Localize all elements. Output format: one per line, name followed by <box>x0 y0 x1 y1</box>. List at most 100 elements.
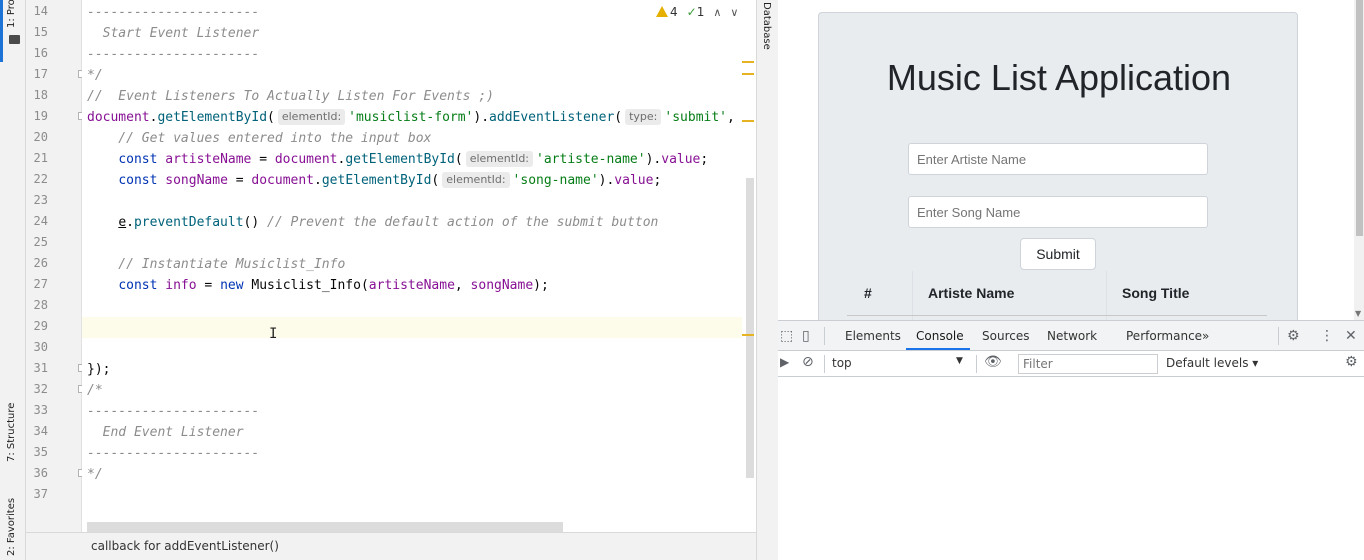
tool-tab-structure[interactable]: 7: Structure <box>6 403 17 462</box>
tab-console[interactable]: Console <box>916 329 964 343</box>
warning-icon <box>656 6 668 17</box>
tab-network[interactable]: Network <box>1047 329 1097 343</box>
browser-viewport: Music List Application Submit # Artiste … <box>778 0 1364 320</box>
token: = <box>196 278 221 293</box>
token: , <box>454 278 471 293</box>
line-number: 14 <box>33 4 48 18</box>
error-stripe-marker[interactable] <box>742 73 754 75</box>
chevron-up-icon[interactable]: ∧ <box>713 6 721 19</box>
code-line-31: }); <box>87 362 111 377</box>
page-title: Music List Application <box>886 57 1232 98</box>
close-icon[interactable]: ✕ <box>1345 328 1357 344</box>
table-header-number: # <box>864 285 872 301</box>
log-levels-dropdown[interactable]: Default levels ▾ <box>1166 356 1258 370</box>
context-selector[interactable]: top <box>832 356 968 370</box>
line-number: 24 <box>33 214 48 228</box>
line-number: 29 <box>33 319 48 333</box>
token: songName <box>165 173 228 188</box>
column-divider <box>912 271 913 320</box>
folder-icon[interactable] <box>9 35 20 44</box>
artiste-name-input[interactable] <box>908 143 1208 175</box>
gear-icon[interactable]: ⚙ <box>1287 328 1300 344</box>
line-number: 26 <box>33 256 48 270</box>
code-line-16: ---------------------- <box>87 47 260 62</box>
tool-tab-project[interactable]: 1: Project <box>6 0 17 28</box>
active-tab-indicator <box>906 348 970 350</box>
active-tool-indicator <box>0 0 3 62</box>
song-name-input[interactable] <box>908 196 1208 228</box>
param-hint: elementId: <box>442 172 510 188</box>
toolbar-divider <box>976 355 977 373</box>
scroll-down-arrow-icon[interactable]: ▼ <box>1355 309 1361 318</box>
eye-icon[interactable]: 👁 <box>984 354 1002 370</box>
tab-performance[interactable]: Performance <box>1126 329 1202 343</box>
code-line-19: document.getElementById(elementId:'music… <box>87 107 735 128</box>
tool-tab-database[interactable]: Database <box>761 2 772 50</box>
console-toolbar: ▶ ⊘ top ▼ 👁 Default levels ▾ ⚙ <box>778 351 1364 377</box>
token: ). <box>645 152 662 167</box>
error-stripe-marker[interactable] <box>742 61 754 63</box>
check-icon: ✓ <box>686 5 697 19</box>
more-tabs-button[interactable]: » <box>1202 329 1209 343</box>
warnings-count[interactable]: 4 <box>656 5 678 19</box>
token: () <box>243 215 260 230</box>
line-number: 32 <box>33 382 48 396</box>
token: document <box>251 173 315 188</box>
token: preventDefault <box>133 215 244 230</box>
device-toolbar-icon[interactable]: ▯ <box>802 328 810 344</box>
submit-button[interactable]: Submit <box>1020 238 1096 270</box>
token: ( <box>431 173 440 188</box>
token: new <box>220 278 244 293</box>
inspection-widget[interactable]: 4 ✓1 ∧ ∨ <box>656 5 738 19</box>
line-number: 36 <box>33 466 48 480</box>
checks-count[interactable]: ✓1 <box>687 5 705 19</box>
code-line-17: */ <box>87 68 103 83</box>
token: getElementById <box>345 152 455 167</box>
caret-down-icon[interactable]: ▼ <box>956 356 963 366</box>
ide-right-tool-strip <box>756 0 778 560</box>
tool-tab-favorites[interactable]: 2: Favorites <box>6 498 17 556</box>
token: ( <box>454 152 463 167</box>
chevron-down-icon[interactable]: ∨ <box>730 6 738 19</box>
error-stripe-marker[interactable] <box>742 120 754 122</box>
editor-horizontal-scroll-thumb[interactable] <box>87 522 563 532</box>
token: const <box>118 152 158 167</box>
code-editor[interactable]: ---------------------- Start Event Liste… <box>82 0 742 532</box>
line-number: 23 <box>33 193 48 207</box>
line-number: 21 <box>33 151 48 165</box>
token: = <box>227 173 252 188</box>
current-line-highlight <box>82 317 742 338</box>
token: , <box>727 110 735 125</box>
token: getElementById <box>321 173 432 188</box>
table-header-artiste: Artiste Name <box>928 285 1015 301</box>
column-divider <box>1106 271 1107 320</box>
tab-sources[interactable]: Sources <box>982 329 1029 343</box>
token: ). <box>598 173 615 188</box>
console-filter-input[interactable] <box>1018 354 1158 374</box>
console-settings-gear-icon[interactable]: ⚙ <box>1345 354 1358 370</box>
param-hint: type: <box>625 109 662 125</box>
line-number: 31 <box>33 361 48 375</box>
breadcrumb[interactable]: callback for addEventListener() <box>91 539 279 553</box>
token: ( <box>614 110 623 125</box>
editor-vertical-scroll-thumb[interactable] <box>746 178 754 478</box>
token: info <box>165 278 197 293</box>
line-number: 15 <box>33 25 48 39</box>
token: ); <box>533 278 549 293</box>
token: 'song-name' <box>512 173 599 188</box>
table-header-border <box>847 315 1267 316</box>
tab-elements[interactable]: Elements <box>845 329 901 343</box>
line-number: 17 <box>33 67 48 81</box>
token: // Prevent the default action of the sub… <box>259 215 659 230</box>
token: ; <box>653 173 662 188</box>
line-number: 20 <box>33 130 48 144</box>
kebab-menu-icon[interactable]: ⋮ <box>1320 328 1334 344</box>
code-line-21: const artisteName = document.getElementB… <box>87 149 708 170</box>
sidebar-toggle-icon[interactable]: ▶ <box>780 355 789 369</box>
clear-console-icon[interactable]: ⊘ <box>802 354 814 370</box>
browser-scroll-thumb[interactable] <box>1356 0 1363 236</box>
error-stripe-marker[interactable] <box>742 334 754 336</box>
screen: 1: Project 7: Structure 2: Favorites 14 1… <box>0 0 1364 560</box>
toolbar-divider <box>1278 327 1279 345</box>
inspect-element-icon[interactable]: ⬚ <box>780 328 793 344</box>
